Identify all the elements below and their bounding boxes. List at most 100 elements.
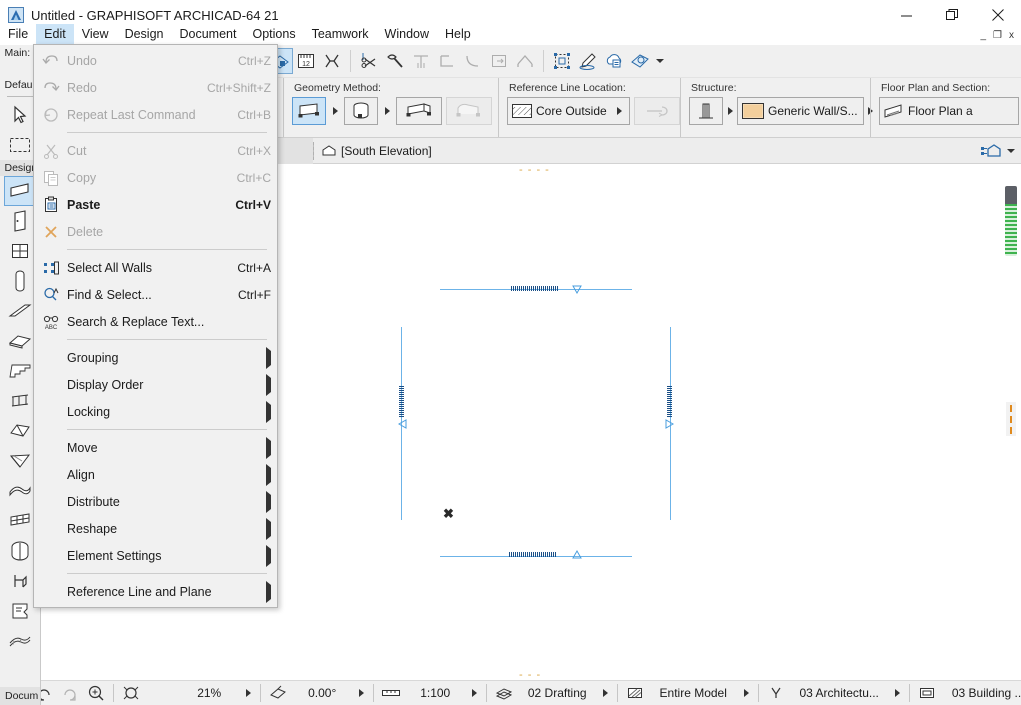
menu-file[interactable]: File bbox=[0, 24, 36, 44]
mdi-minimize-button[interactable]: _ bbox=[980, 27, 986, 45]
flip-reference-line-icon[interactable] bbox=[633, 97, 680, 125]
window-tool[interactable] bbox=[4, 236, 37, 266]
intersect-icon[interactable] bbox=[434, 48, 460, 74]
mdi-restore-button[interactable]: ❐ bbox=[993, 27, 1002, 45]
zoom-level-item[interactable]: 21% bbox=[182, 686, 256, 700]
menu-teamwork[interactable]: Teamwork bbox=[304, 24, 377, 44]
menu-view[interactable]: View bbox=[74, 24, 117, 44]
menu-item-distribute[interactable]: Distribute bbox=[34, 488, 277, 515]
straight-wall-icon[interactable] bbox=[292, 97, 326, 125]
menu-item-select-all-walls[interactable]: Select All Walls Ctrl+A bbox=[34, 254, 277, 281]
fillet-chamfer-icon[interactable] bbox=[460, 48, 486, 74]
multiply-roof-icon[interactable] bbox=[512, 48, 538, 74]
menu-item-repeat-last-command[interactable]: Repeat Last Command Ctrl+B bbox=[34, 101, 277, 128]
curved-wall-dropdown-arrow[interactable] bbox=[382, 107, 392, 115]
trim-scissors-icon[interactable] bbox=[356, 48, 382, 74]
tab-south-elevation[interactable]: [South Elevation] bbox=[314, 138, 442, 164]
curved-wall-icon[interactable] bbox=[344, 97, 378, 125]
menu-item-display-order[interactable]: Display Order bbox=[34, 371, 277, 398]
zone-tool[interactable] bbox=[4, 596, 37, 626]
morph-tool[interactable] bbox=[4, 476, 37, 506]
structure-combo[interactable]: Generic Wall/S... bbox=[737, 97, 864, 125]
marquee-tool[interactable] bbox=[4, 130, 37, 160]
menu-item-grouping[interactable]: Grouping bbox=[34, 344, 277, 371]
terrain-mesh-tool[interactable] bbox=[4, 626, 37, 656]
menu-item-paste[interactable]: Paste Ctrl+V bbox=[34, 191, 277, 218]
fit-in-window-icon[interactable] bbox=[118, 682, 144, 705]
orientation-dropdown-arrow[interactable] bbox=[353, 689, 369, 697]
door-tool[interactable] bbox=[4, 206, 37, 236]
pen-set-item[interactable]: 02 Drafting bbox=[491, 682, 613, 705]
favorites-dropdown-arrow[interactable] bbox=[653, 48, 666, 74]
mdi-close-button[interactable]: x bbox=[1009, 27, 1014, 45]
menu-item-move[interactable]: Move bbox=[34, 434, 277, 461]
menu-item-search-and-replace-text[interactable]: ABC Search & Replace Text... bbox=[34, 308, 277, 335]
menu-item-align[interactable]: Align bbox=[34, 461, 277, 488]
menu-item-find-and-select[interactable]: Find & Select... Ctrl+F bbox=[34, 281, 277, 308]
inject-parameters-icon[interactable] bbox=[601, 48, 627, 74]
roof-tool[interactable] bbox=[4, 416, 37, 446]
favorites-icon[interactable] bbox=[627, 48, 653, 74]
renovation-filter-dropdown-arrow[interactable] bbox=[889, 689, 905, 697]
rectangular-wall-icon[interactable] bbox=[396, 97, 442, 125]
menu-window[interactable]: Window bbox=[377, 24, 437, 44]
menu-item-reshape[interactable]: Reshape bbox=[34, 515, 277, 542]
elevation-view-dropdown-arrow[interactable] bbox=[1004, 138, 1017, 164]
arrow-select-tool[interactable] bbox=[4, 100, 37, 130]
menu-item-copy[interactable]: Copy Ctrl+C bbox=[34, 164, 277, 191]
menu-edit[interactable]: Edit bbox=[36, 24, 74, 44]
beam-tool[interactable] bbox=[4, 296, 37, 326]
structure-type-dropdown-arrow[interactable] bbox=[727, 107, 733, 115]
scale-item[interactable]: 1:100 bbox=[378, 682, 482, 705]
mesh-tool[interactable] bbox=[4, 536, 37, 566]
chevron-right-icon[interactable] bbox=[611, 104, 627, 118]
menu-options[interactable]: Options bbox=[244, 24, 303, 44]
next-zoom-icon[interactable] bbox=[57, 682, 83, 705]
shell-tool[interactable] bbox=[4, 446, 37, 476]
renovation-filter-item[interactable]: 03 Architectu... bbox=[763, 682, 905, 705]
menu-design[interactable]: Design bbox=[117, 24, 172, 44]
stair-tool[interactable] bbox=[4, 356, 37, 386]
menu-item-cut[interactable]: Cut Ctrl+X bbox=[34, 137, 277, 164]
reference-line-combo[interactable]: Core Outside bbox=[507, 97, 630, 125]
curtain-wall-tool[interactable] bbox=[4, 506, 37, 536]
partial-structure-dropdown-arrow[interactable] bbox=[738, 689, 754, 697]
ruler-12-icon[interactable]: 12 bbox=[293, 48, 319, 74]
split-icon[interactable] bbox=[408, 48, 434, 74]
partial-structure-item[interactable]: Entire Model bbox=[622, 682, 754, 705]
toolbox-section-document[interactable]: Docum bbox=[0, 687, 40, 705]
menu-item-redo[interactable]: Redo Ctrl+Shift+Z bbox=[34, 74, 277, 101]
slab-tool[interactable] bbox=[4, 326, 37, 356]
composite-structure-icon[interactable] bbox=[689, 97, 723, 125]
wall-tool[interactable] bbox=[3, 176, 37, 206]
menu-item-locking[interactable]: Locking bbox=[34, 398, 277, 425]
elevation-view-icon[interactable] bbox=[978, 138, 1004, 164]
floor-plan-section-combo[interactable]: Floor Plan a bbox=[879, 97, 1019, 125]
menu-item-element-settings[interactable]: Element Settings bbox=[34, 542, 277, 569]
railing-tool[interactable] bbox=[4, 386, 37, 416]
navigator-orange-tab[interactable] bbox=[1006, 402, 1016, 436]
column-tool[interactable] bbox=[4, 266, 37, 296]
zoom-dropdown-arrow[interactable] bbox=[240, 689, 256, 697]
menu-item-delete[interactable]: Delete bbox=[34, 218, 277, 245]
zoom-in-icon[interactable] bbox=[83, 682, 109, 705]
menu-document[interactable]: Document bbox=[172, 24, 245, 44]
straight-wall-dropdown-arrow[interactable] bbox=[330, 107, 340, 115]
polygonal-wall-icon[interactable] bbox=[446, 97, 492, 125]
pen-set-dropdown-arrow[interactable] bbox=[597, 689, 613, 697]
partial-structure-value: Entire Model bbox=[659, 686, 727, 700]
menu-item-reference-line-and-plane[interactable]: Reference Line and Plane bbox=[34, 578, 277, 605]
vertical-scroll-thumb[interactable] bbox=[1005, 186, 1017, 256]
offset-icon[interactable] bbox=[486, 48, 512, 74]
layer-combination-item[interactable]: 03 Building ... bbox=[914, 682, 1021, 705]
group-elements-icon[interactable] bbox=[549, 48, 575, 74]
find-select-icon bbox=[34, 286, 67, 304]
menu-help[interactable]: Help bbox=[437, 24, 479, 44]
menu-item-undo[interactable]: Undo Ctrl+Z bbox=[34, 47, 277, 74]
marquee-stretch-icon[interactable] bbox=[319, 48, 345, 74]
orientation-item[interactable]: 0.00° bbox=[265, 682, 369, 705]
scale-dropdown-arrow[interactable] bbox=[466, 689, 482, 697]
pick-up-parameters-icon[interactable] bbox=[575, 48, 601, 74]
adjust-magic-wand-icon[interactable] bbox=[382, 48, 408, 74]
object-tool[interactable] bbox=[4, 566, 37, 596]
